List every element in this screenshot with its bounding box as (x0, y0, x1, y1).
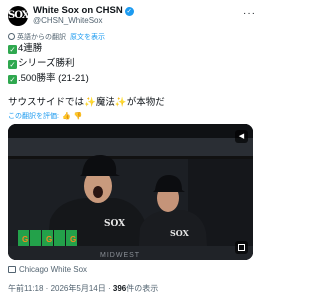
show-original-link[interactable]: 原文を表示 (70, 34, 105, 41)
sentence-end: が本物だ (126, 97, 165, 108)
verified-badge-icon: ✓ (124, 7, 134, 16)
post-time[interactable]: 午前11:18 (8, 284, 43, 293)
cup-logo: G (22, 235, 28, 244)
cup-logo: G (70, 235, 76, 244)
account-handle[interactable]: @CHSN_WhiteSox (33, 16, 102, 25)
cup-logo: G (46, 235, 52, 244)
dugout-rail (8, 156, 253, 159)
sparkles-icon: ✨ (114, 97, 127, 108)
list-item-text: .500勝率 (21-21) (18, 73, 89, 84)
post-date[interactable]: 2026年5月14日 (51, 284, 106, 293)
thumbs-up-icon[interactable]: 👍 (62, 113, 71, 120)
video-frame: SOX SOX G G G MIDWEST (8, 124, 253, 260)
globe-icon (8, 33, 15, 40)
meta-separator: · (107, 284, 111, 293)
sentence-magic: 魔法 (95, 97, 115, 108)
post-meta: 午前11:18 · 2026年5月14日 · 396件の表示 (8, 283, 158, 294)
check-mark-icon: ✓ (8, 75, 17, 84)
avatar[interactable]: SOX (8, 6, 30, 26)
list-item-text: シリーズ勝利 (18, 58, 75, 69)
view-label: 件の表示 (126, 284, 159, 293)
post-text: ✓ 4連勝 ✓ シリーズ勝利 ✓ .500勝率 (21-21) サウスサイドでは✨魔法… (8, 41, 253, 110)
sox-logo: SOX (170, 228, 190, 238)
check-mark-icon: ✓ (8, 45, 17, 54)
list-item: ✓ 4連勝 (8, 41, 253, 56)
video-source-icon (8, 266, 16, 273)
post-sentence: サウスサイドでは✨魔法✨が本物だ (8, 95, 253, 110)
sparkles-icon: ✨ (84, 97, 96, 108)
list-item: ✓ シリーズ勝利 (8, 56, 253, 71)
thumbs-down-icon[interactable]: 👎 (74, 113, 83, 120)
more-options-icon[interactable]: ··· (243, 8, 256, 19)
cooler-cup (30, 230, 41, 246)
list-item: ✓ .500勝率 (21-21) (8, 71, 253, 86)
media-source[interactable]: Chicago White Sox (8, 265, 87, 274)
mute-icon[interactable]: ◀ (235, 130, 248, 143)
cooler-cup (54, 230, 65, 246)
rate-label: この翻訳を評価: (8, 113, 59, 120)
player-left-mouth (93, 186, 103, 198)
sox-logo: SOX (104, 219, 125, 229)
media-corner-icon[interactable] (235, 241, 248, 254)
display-name[interactable]: White Sox on CHSN (33, 5, 123, 16)
dugout-back-wall (8, 138, 253, 156)
translation-note: 英語からの翻訳 (17, 34, 66, 41)
list-item-text: 4連勝 (18, 43, 43, 54)
post-header: SOX White Sox on CHSN ✓ @CHSN_WhiteSox ··… (8, 4, 256, 28)
video-media[interactable]: SOX SOX G G G MIDWEST ◀ (8, 124, 253, 260)
dugout-roof (8, 124, 253, 138)
media-source-label[interactable]: Chicago White Sox (19, 265, 87, 274)
board-text: MIDWEST (100, 252, 140, 259)
check-mark-icon: ✓ (8, 60, 17, 69)
rate-translation: この翻訳を評価: 👍 👎 (8, 111, 82, 121)
sentence-start: サウスサイドでは (8, 97, 85, 108)
view-count: 396 (112, 284, 127, 293)
display-name-row[interactable]: White Sox on CHSN ✓ (33, 5, 134, 16)
meta-separator: · (45, 284, 49, 293)
